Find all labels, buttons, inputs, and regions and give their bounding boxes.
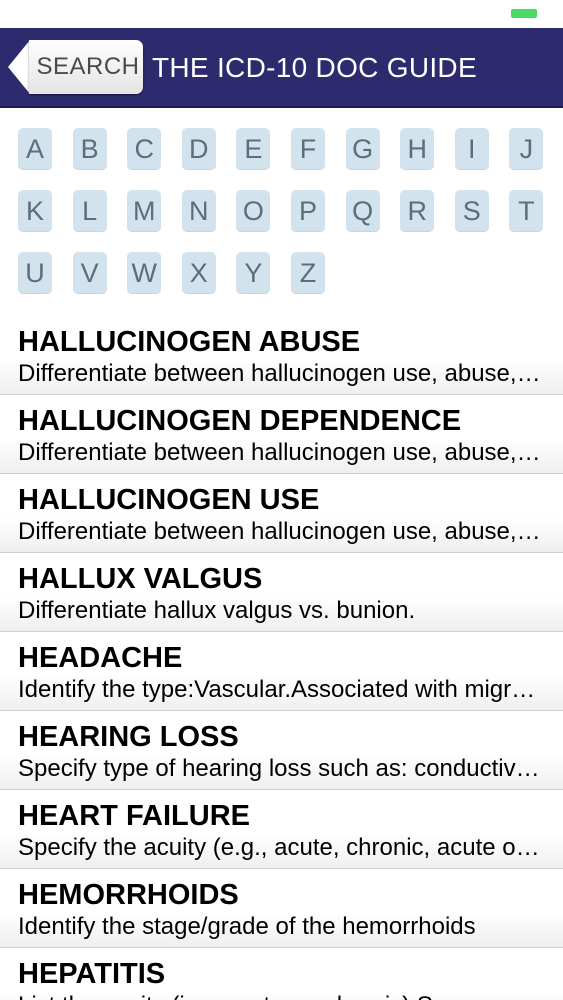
letter-key-e[interactable]: E: [236, 128, 271, 170]
letter-key-n[interactable]: N: [181, 190, 216, 232]
entry-title: HEADACHE: [18, 642, 183, 674]
letter-key-a[interactable]: A: [18, 128, 52, 170]
letter-key-h[interactable]: H: [400, 128, 435, 170]
letter-key-g[interactable]: G: [345, 128, 380, 170]
entry-subtitle: Identify the stage/grade of the hemorrho…: [18, 913, 476, 940]
entry-title: HALLUCINOGEN ABUSE: [18, 326, 361, 358]
letter-key-b[interactable]: B: [72, 128, 107, 170]
letter-key-c[interactable]: C: [127, 128, 162, 170]
entry-subtitle: List the acuity (i.e., acute, or chronic…: [18, 992, 546, 1000]
list-item[interactable]: HALLUCINOGEN DEPENDENCE Differentiate bet…: [0, 395, 563, 474]
letter-key-u[interactable]: U: [18, 252, 52, 294]
letter-key-q[interactable]: Q: [345, 190, 380, 232]
entry-title: HALLUCINOGEN USE: [18, 484, 320, 516]
entry-subtitle: Differentiate between hallucinogen use, …: [18, 518, 546, 545]
entry-subtitle: Identify the type:Vascular.Associated wi…: [18, 676, 546, 703]
letter-key-m[interactable]: M: [127, 190, 162, 232]
entry-subtitle: Specify type of hearing loss such as: co…: [18, 755, 546, 782]
letter-key-t[interactable]: T: [509, 190, 544, 232]
list-item[interactable]: HALLUCINOGEN USE Differentiate between ha…: [0, 474, 563, 553]
entry-subtitle: Differentiate hallux valgus vs. bunion.: [18, 597, 416, 624]
back-arrow-icon: [8, 40, 30, 94]
letter-key-y[interactable]: Y: [236, 252, 271, 294]
letter-key-s[interactable]: S: [454, 190, 489, 232]
letter-key-f[interactable]: F: [291, 128, 325, 170]
entry-title: HALLUX VALGUS: [18, 563, 263, 595]
letter-key-z[interactable]: Z: [291, 252, 325, 294]
entry-title: HEARING LOSS: [18, 721, 239, 753]
entry-title: HEART FAILURE: [18, 800, 250, 832]
letter-key-p[interactable]: P: [291, 190, 325, 232]
list-item[interactable]: HEMORRHOIDS Identify the stage/grade of t…: [0, 869, 563, 948]
list-item[interactable]: HEADACHE Identify the type:Vascular.Assoc…: [0, 632, 563, 711]
entry-title: HEMORRHOIDS: [18, 879, 239, 911]
letter-key-r[interactable]: R: [400, 190, 435, 232]
letter-key-w[interactable]: W: [127, 252, 162, 294]
letter-key-l[interactable]: L: [72, 190, 107, 232]
letter-key-i[interactable]: I: [454, 128, 489, 170]
letter-key-v[interactable]: V: [72, 252, 107, 294]
back-button-label: SEARCH: [36, 53, 140, 80]
list-item[interactable]: HALLUX VALGUS Differentiate hallux valgus…: [0, 553, 563, 632]
list-item[interactable]: HEPATITIS List the acuity (i.e., acute, o…: [0, 948, 563, 1000]
letter-key-k[interactable]: K: [18, 190, 52, 232]
status-bar: [0, 0, 563, 28]
battery-icon: [511, 9, 537, 18]
entry-title: HALLUCINOGEN DEPENDENCE: [18, 405, 462, 437]
letter-key-d[interactable]: D: [181, 128, 216, 170]
letter-key-j[interactable]: J: [509, 128, 544, 170]
navigation-bar: SEARCH THE ICD-10 DOC GUIDE: [0, 28, 563, 108]
entry-title: HEPATITIS: [18, 958, 166, 990]
letter-key-o[interactable]: O: [236, 190, 271, 232]
list-item[interactable]: HEART FAILURE Specify the acuity (e.g., a…: [0, 790, 563, 869]
entry-list: HALLUCINOGEN ABUSE Differentiate between …: [0, 316, 563, 1000]
page-title: THE ICD-10 DOC GUIDE: [152, 52, 477, 83]
entry-subtitle: Specify the acuity (e.g., acute, chronic…: [18, 834, 546, 861]
letter-key-x[interactable]: X: [181, 252, 216, 294]
search-back-button[interactable]: SEARCH: [8, 40, 144, 94]
list-item[interactable]: HALLUCINOGEN ABUSE Differentiate between …: [0, 316, 563, 395]
list-item[interactable]: HEARING LOSS Specify type of hearing loss…: [0, 711, 563, 790]
entry-subtitle: Differentiate between hallucinogen use, …: [18, 360, 546, 387]
entry-subtitle: Differentiate between hallucinogen use, …: [18, 439, 546, 466]
